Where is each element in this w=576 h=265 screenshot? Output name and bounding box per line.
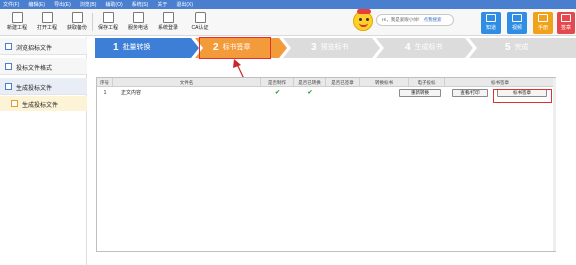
file-table: 序号 文件名 是否制作 是否已转换 是否已签章 转换标书 电子投标 标书签章 1… [96, 77, 556, 252]
reconvert-button[interactable]: 重新转换 [399, 89, 441, 97]
column-header: 序号 [97, 78, 113, 87]
table-row[interactable]: 1 正文内容 ✔ ✔ 重新转换 查看/打印 标书签章 [97, 88, 555, 99]
row-index: 1 [103, 90, 107, 96]
column-header: 文件名 [113, 78, 261, 87]
column-header: 是否已转换 [294, 78, 326, 87]
row-filename: 正文内容 [121, 90, 142, 96]
column-header: 标书签章 [491, 80, 509, 85]
converted-check-icon: ✔ [307, 90, 313, 96]
table-header: 序号 文件名 是否制作 是否已转换 是否已签章 转换标书 电子投标 标书签章 [97, 78, 555, 87]
signed-status [326, 88, 360, 99]
table-scrollbar[interactable] [553, 78, 556, 251]
made-check-icon: ✔ [274, 90, 281, 96]
annotation-arrow-head [233, 59, 241, 68]
sign-highlight-box [493, 89, 552, 103]
column-header: 转换标书 [360, 78, 409, 87]
column-header: 电子投标 [409, 78, 445, 87]
column-header: 是否已签章 [326, 78, 360, 87]
column-header: 是否制作 [261, 78, 294, 87]
view-print-button[interactable]: 查看/打印 [452, 89, 488, 97]
